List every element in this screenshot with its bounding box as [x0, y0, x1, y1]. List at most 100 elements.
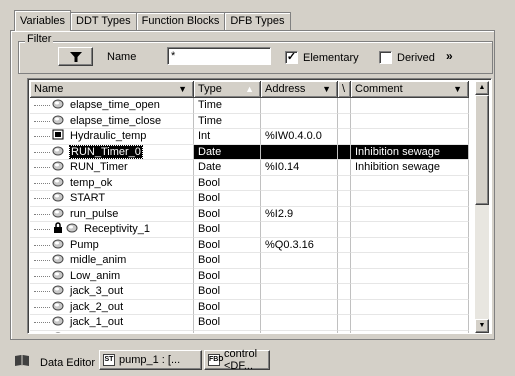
table-row[interactable]: jack_2_out Bool: [30, 299, 479, 315]
name-filter-input[interactable]: [167, 47, 271, 65]
table-row[interactable]: jack_1_out Bool: [30, 315, 479, 331]
cell-address[interactable]: %IW0.4.0.0: [261, 129, 338, 145]
column-header-name[interactable]: Name ▼: [30, 81, 194, 98]
cell-type[interactable]: Date: [194, 144, 261, 160]
task-pump-1[interactable]: ST pump_1 : [...: [99, 350, 202, 370]
cell-address[interactable]: [261, 191, 338, 207]
cell-comment[interactable]: Inhibition sewage: [351, 144, 469, 160]
scroll-up-button[interactable]: ▲: [475, 81, 489, 95]
cell-type[interactable]: Date: [194, 160, 261, 176]
cell-name[interactable]: Pump: [30, 237, 194, 253]
cell-type[interactable]: Int: [194, 129, 261, 145]
column-header-divider[interactable]: \: [338, 81, 351, 98]
elementary-check-box[interactable]: ✓: [285, 51, 298, 64]
cell-address[interactable]: [261, 144, 338, 160]
cell-comment[interactable]: [351, 253, 469, 269]
cell-comment[interactable]: Inhibition sewage: [351, 160, 469, 176]
cell-address[interactable]: [261, 299, 338, 315]
cell-address[interactable]: [261, 315, 338, 331]
task-control[interactable]: FBD control <DF...: [204, 348, 270, 372]
cell-comment[interactable]: [351, 113, 469, 129]
cell-type[interactable]: Bool: [194, 237, 261, 253]
cell-type[interactable]: Bool: [194, 175, 261, 191]
cell-name[interactable]: jack_1_out: [30, 315, 194, 331]
chevron-down-icon[interactable]: ▼: [453, 81, 462, 97]
cell-comment[interactable]: [351, 222, 469, 238]
cell-name[interactable]: elapse_time_open: [30, 98, 194, 114]
cell-type[interactable]: Bool: [194, 191, 261, 207]
scroll-down-button[interactable]: ▼: [475, 319, 489, 333]
cell-comment[interactable]: [351, 299, 469, 315]
cell-type[interactable]: Bool: [194, 268, 261, 284]
elementary-checkbox[interactable]: ✓ Elementary: [285, 51, 359, 64]
table-row[interactable]: midle_anim Bool: [30, 253, 479, 269]
table-row[interactable]: run_pulse Bool %I2.9: [30, 206, 479, 222]
cell-name[interactable]: Indexing: [30, 330, 194, 333]
cell-name[interactable]: Hydraulic_temp: [30, 129, 194, 145]
cell-address[interactable]: [261, 268, 338, 284]
cell-comment[interactable]: [351, 175, 469, 191]
cell-name[interactable]: jack_3_out: [30, 284, 194, 300]
filter-button[interactable]: [58, 47, 93, 66]
cell-type[interactable]: Bool: [194, 284, 261, 300]
cell-type[interactable]: Bool: [194, 253, 261, 269]
cell-address[interactable]: %Q0.3.16: [261, 237, 338, 253]
tab-function-blocks[interactable]: Function Blocks: [135, 12, 226, 30]
column-header-type[interactable]: Type ▲: [194, 81, 261, 98]
cell-comment[interactable]: [351, 237, 469, 253]
table-row[interactable]: jack_3_out Bool: [30, 284, 479, 300]
cell-type[interactable]: Bool: [194, 330, 261, 333]
table-row[interactable]: temp_ok Bool: [30, 175, 479, 191]
table-row[interactable]: Hydraulic_temp Int %IW0.4.0.0: [30, 129, 479, 145]
column-header-comment[interactable]: Comment ▼: [351, 81, 469, 98]
table-row[interactable]: Low_anim Bool: [30, 268, 479, 284]
cell-comment[interactable]: [351, 315, 469, 331]
cell-address[interactable]: [261, 113, 338, 129]
column-header-address[interactable]: Address ▼: [261, 81, 338, 98]
cell-name[interactable]: START: [30, 191, 194, 207]
cell-address[interactable]: [261, 175, 338, 191]
cell-comment[interactable]: [351, 206, 469, 222]
cell-name[interactable]: elapse_time_close: [30, 113, 194, 129]
tab-ddt-types[interactable]: DDT Types: [70, 12, 137, 30]
cell-comment[interactable]: [351, 268, 469, 284]
table-row[interactable]: Indexing Bool: [30, 330, 479, 333]
derived-checkbox[interactable]: Derived: [379, 51, 435, 64]
cell-type[interactable]: Bool: [194, 206, 261, 222]
scrollbar-thumb[interactable]: [475, 95, 489, 205]
cell-name[interactable]: Receptivity_1: [30, 222, 194, 238]
cell-type[interactable]: Bool: [194, 315, 261, 331]
cell-address[interactable]: [261, 253, 338, 269]
cell-address[interactable]: %I2.9: [261, 206, 338, 222]
table-row[interactable]: RUN_Timer_0 Date Inhibition sewage: [30, 144, 479, 160]
table-row[interactable]: START Bool: [30, 191, 479, 207]
tab-dfb-types[interactable]: DFB Types: [224, 12, 291, 30]
table-row[interactable]: Receptivity_1 Bool: [30, 222, 479, 238]
more-options-button[interactable]: »: [446, 49, 453, 63]
cell-name[interactable]: run_pulse: [30, 206, 194, 222]
cell-address[interactable]: [261, 222, 338, 238]
chevron-down-icon[interactable]: ▼: [322, 81, 331, 97]
cell-comment[interactable]: [351, 284, 469, 300]
cell-address[interactable]: [261, 284, 338, 300]
cell-address[interactable]: [261, 98, 338, 114]
cell-type[interactable]: Time: [194, 98, 261, 114]
cell-name[interactable]: jack_2_out: [30, 299, 194, 315]
cell-comment[interactable]: [351, 330, 469, 333]
table-row[interactable]: elapse_time_open Time: [30, 98, 479, 114]
cell-name[interactable]: midle_anim: [30, 253, 194, 269]
cell-name[interactable]: temp_ok: [30, 175, 194, 191]
cell-type[interactable]: Bool: [194, 299, 261, 315]
chevron-down-icon[interactable]: ▼: [178, 81, 187, 97]
tab-variables[interactable]: Variables: [14, 10, 72, 31]
cell-comment[interactable]: [351, 191, 469, 207]
cell-address[interactable]: %I0.14: [261, 160, 338, 176]
vertical-scrollbar[interactable]: ▲ ▼: [475, 81, 489, 333]
table-row[interactable]: RUN_Timer Date %I0.14 Inhibition sewage: [30, 160, 479, 176]
cell-comment[interactable]: [351, 129, 469, 145]
table-row[interactable]: elapse_time_close Time: [30, 113, 479, 129]
cell-name[interactable]: RUN_Timer_0: [30, 144, 194, 160]
cell-name[interactable]: RUN_Timer: [30, 160, 194, 176]
table-row[interactable]: Pump Bool %Q0.3.16: [30, 237, 479, 253]
cell-name[interactable]: Low_anim: [30, 268, 194, 284]
